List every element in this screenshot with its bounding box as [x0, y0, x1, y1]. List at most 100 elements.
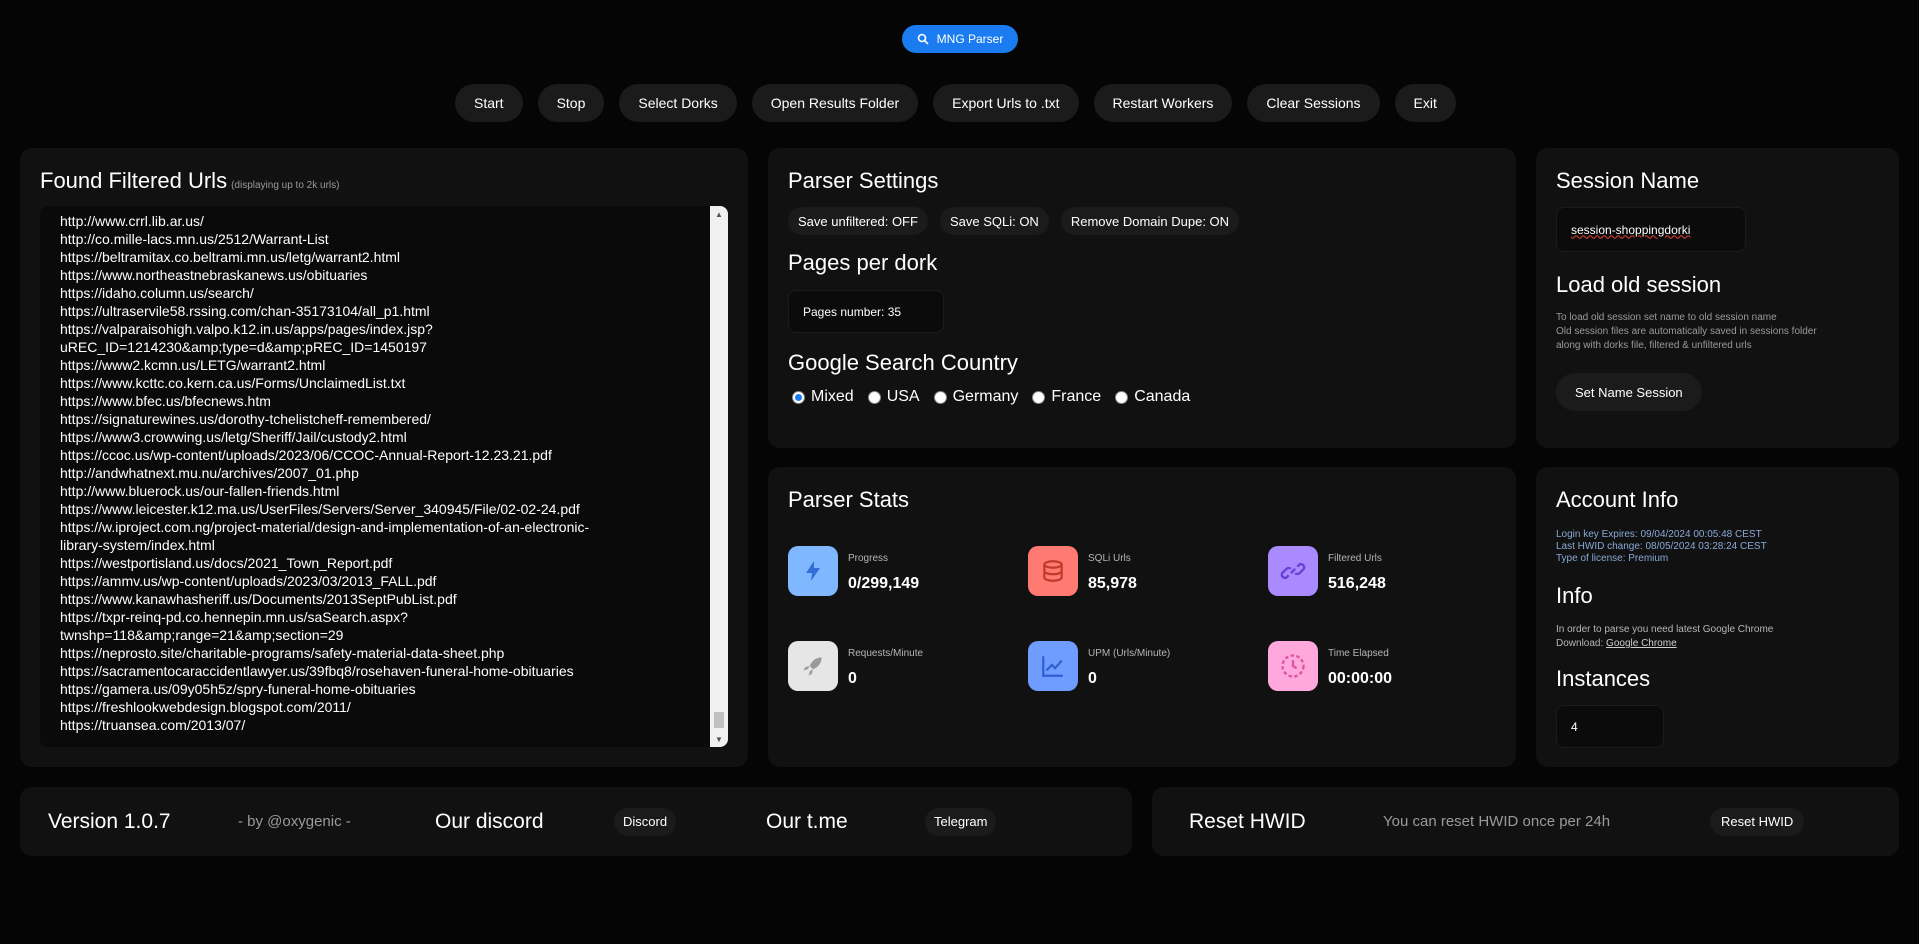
url-list-item: http://andwhatnext.mu.nu/archives/2007_0… [60, 465, 359, 481]
restart-workers-button[interactable]: Restart Workers [1093, 84, 1233, 122]
url-list-item: https://gamera.us/09y05h5z/spry-funeral-… [60, 681, 416, 697]
stop-button[interactable]: Stop [537, 84, 605, 122]
url-list-item: http://co.mille-lacs.mn.us/2512/Warrant-… [60, 231, 329, 247]
stat-value: 516,248 [1328, 575, 1386, 592]
pages-per-dork-title: Pages per dork [788, 250, 938, 275]
our-discord-title: Our discord [435, 809, 544, 833]
save-sqli-toggle[interactable]: Save SQLi: ON [939, 207, 1049, 235]
found-urls-panel: Found Filtered Urls (displaying up to 2k … [20, 148, 748, 767]
load-old-session-title: Load old session [1556, 272, 1722, 297]
link-icon [1268, 546, 1318, 596]
rocket-icon [788, 641, 838, 691]
parser-settings-title: Parser Settings [788, 168, 939, 193]
account-details: Login key Expires: 09/04/2024 00:05:48 C… [1556, 529, 1767, 564]
info-title: Info [1556, 583, 1593, 608]
url-list-item: https://www2.kcmn.us/LETG/warrant2.html [60, 357, 326, 373]
url-list: http://www.crrl.lib.ar.us/http://co.mill… [60, 212, 710, 734]
url-list-item: https://beltramitax.co.beltrami.mn.us/le… [60, 249, 401, 265]
radio-usa-label[interactable]: USA [887, 388, 920, 406]
url-list-item: https://www.kanawhasheriff.us/Documents/… [60, 591, 457, 607]
url-list-item: https://neprosto.site/charitable-program… [60, 645, 505, 661]
url-list-item: library-system/index.html [60, 537, 215, 553]
radio-usa[interactable] [867, 390, 881, 404]
export-urls-button[interactable]: Export Urls to .txt [933, 84, 1079, 122]
version-text: Version 1.0.7 [48, 809, 171, 833]
radio-france-label[interactable]: France [1051, 388, 1101, 406]
discord-button[interactable]: Discord [614, 807, 677, 836]
clear-sessions-button[interactable]: Clear Sessions [1247, 84, 1380, 122]
stat-requests-minute: Requests/Minute 0 [788, 641, 923, 691]
found-urls-title: Found Filtered Urls (displaying up to 2k … [40, 168, 340, 193]
pages-number-input[interactable]: Pages number: 35 [788, 290, 944, 333]
instances-input[interactable]: 4 [1556, 705, 1664, 748]
app-badge[interactable]: MNG Parser [902, 25, 1018, 53]
stat-sqli-urls: SQLi Urls 85,978 [1028, 546, 1137, 596]
account-info-title: Account Info [1556, 487, 1679, 512]
app-badge-label: MNG Parser [936, 32, 1004, 46]
reset-hwid-button[interactable]: Reset HWID [1710, 807, 1805, 836]
telegram-button[interactable]: Telegram [925, 807, 997, 836]
radio-france[interactable] [1032, 390, 1046, 404]
stat-value: 85,978 [1088, 575, 1137, 592]
url-list-scrollbar[interactable]: ▲ ▼ [710, 206, 728, 747]
scroll-thumb[interactable] [714, 712, 724, 728]
settings-toggles: Save unfiltered: OFF Save SQLi: ON Remov… [788, 207, 1240, 235]
stat-label: Progress [848, 553, 889, 564]
clock-icon [1268, 641, 1318, 691]
scroll-down-icon[interactable]: ▼ [710, 731, 728, 747]
select-dorks-button[interactable]: Select Dorks [619, 84, 737, 122]
radio-canada-label[interactable]: Canada [1134, 388, 1190, 406]
url-list-item: https://www.leicester.k12.ma.us/UserFile… [60, 501, 580, 517]
url-list-item: https://www.northeastnebraskanews.us/obi… [60, 267, 368, 283]
stat-filtered-urls: Filtered Urls 516,248 [1268, 546, 1386, 596]
url-list-box[interactable]: http://www.crrl.lib.ar.us/http://co.mill… [40, 206, 728, 747]
google-chrome-link[interactable]: Google Chrome [1606, 638, 1677, 649]
stat-value: 0/299,149 [848, 575, 920, 592]
toolbar: Start Stop Select Dorks Open Results Fol… [455, 84, 1456, 122]
exit-button[interactable]: Exit [1394, 84, 1456, 122]
url-list-item: http://www.bluerock.us/our-fallen-friend… [60, 483, 340, 499]
stat-value: 0 [848, 670, 857, 687]
url-list-item: https://sacramentocaraccidentlawyer.us/3… [60, 663, 574, 679]
footer-links-panel: Version 1.0.7 - by @oxygenic - Our disco… [20, 787, 1132, 856]
url-list-item: https://truansea.com/2013/07/ [60, 717, 246, 733]
instances-title: Instances [1556, 666, 1651, 691]
account-panel: Account Info Login key Expires: 09/04/20… [1536, 467, 1899, 767]
url-list-item: https://w.iproject.com.ng/project-materi… [60, 519, 590, 535]
parser-stats-title: Parser Stats [788, 487, 910, 512]
search-icon [917, 33, 929, 45]
start-button[interactable]: Start [455, 84, 523, 122]
chart-line-icon [1028, 641, 1078, 691]
load-session-help: To load old session set name to old sess… [1556, 312, 1817, 351]
radio-germany[interactable] [933, 390, 947, 404]
remove-domain-dupe-toggle[interactable]: Remove Domain Dupe: ON [1060, 207, 1240, 235]
url-list-item: https://ultraservile58.rssing.com/chan-3… [60, 303, 430, 319]
open-results-folder-button[interactable]: Open Results Folder [751, 84, 919, 122]
radio-mixed-label[interactable]: Mixed [811, 388, 854, 406]
url-list-item: https://ccoc.us/wp-content/uploads/2023/… [60, 447, 552, 463]
stat-upm: UPM (Urls/Minute) 0 [1028, 641, 1170, 691]
scroll-up-icon[interactable]: ▲ [710, 206, 728, 222]
set-name-session-button[interactable]: Set Name Session [1556, 373, 1702, 411]
url-list-item: https://valparaisohigh.valpo.k12.in.us/a… [60, 321, 433, 337]
session-name-input[interactable]: session-shoppingdorki [1556, 207, 1746, 252]
save-unfiltered-toggle[interactable]: Save unfiltered: OFF [788, 207, 928, 235]
author-text: - by @oxygenic - [238, 813, 351, 830]
session-name-title: Session Name [1556, 168, 1700, 193]
google-search-country-title: Google Search Country [788, 350, 1018, 375]
url-list-item: https://www3.crowwing.us/letg/Sheriff/Ja… [60, 429, 407, 445]
stat-label: Time Elapsed [1328, 648, 1389, 659]
url-list-item: https://ammv.us/wp-content/uploads/2023/… [60, 573, 437, 589]
radio-mixed[interactable] [792, 390, 805, 404]
url-list-item: https://idaho.column.us/search/ [60, 285, 254, 301]
our-tme-title: Our t.me [766, 809, 848, 833]
found-urls-note: (displaying up to 2k urls) [231, 180, 340, 191]
url-list-item: uREC_ID=1214230&amp;type=d&amp;pREC_ID=1… [60, 339, 427, 355]
session-panel: Session Name session-shoppingdorki Load … [1536, 148, 1899, 448]
stat-value: 00:00:00 [1328, 670, 1393, 687]
reset-hwid-title: Reset HWID [1189, 809, 1306, 833]
url-list-item: https://www.bfec.us/bfecnews.htm [60, 393, 271, 409]
stat-time-elapsed: Time Elapsed 00:00:00 [1268, 641, 1392, 691]
radio-germany-label[interactable]: Germany [953, 388, 1019, 406]
radio-canada[interactable] [1115, 390, 1129, 404]
